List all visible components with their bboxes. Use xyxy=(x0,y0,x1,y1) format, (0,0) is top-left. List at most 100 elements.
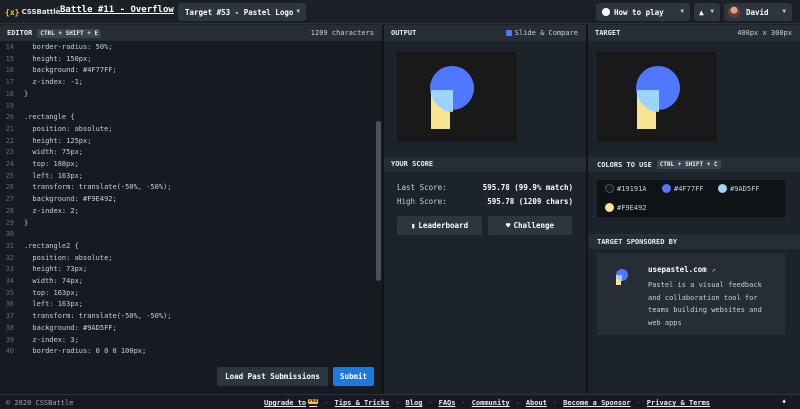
chevron-down-icon: ▼ xyxy=(710,8,714,15)
footer-link-community[interactable]: Community xyxy=(472,399,510,407)
logo[interactable]: {x} CSSBattle xyxy=(5,6,60,18)
code-line[interactable]: 15 height: 150px; xyxy=(0,55,370,67)
color-swatch[interactable]: #9AD5FF xyxy=(718,184,760,193)
help-icon xyxy=(602,8,610,16)
code-text: background: #9AD5FF; xyxy=(24,323,117,332)
slide-compare-toggle[interactable]: Slide & Compare xyxy=(505,29,578,37)
code-line[interactable]: 34 width: 74px; xyxy=(0,277,370,289)
sponsor-logo xyxy=(614,269,630,285)
target-select[interactable]: Target #53 - Pastel Logo ▼ xyxy=(178,3,306,21)
copyright: © 2020 CSSBattle xyxy=(6,399,74,407)
code-line[interactable]: 36 left: 163px; xyxy=(0,300,370,312)
line-number: 30 xyxy=(5,230,14,239)
code-line[interactable]: 19 xyxy=(0,102,370,114)
code-line[interactable]: 18} xyxy=(0,90,370,102)
line-number: 26 xyxy=(5,183,14,192)
code-text: position: absolute; xyxy=(24,253,113,262)
code-text: background: #F9E492; xyxy=(24,195,117,204)
code-line[interactable]: 35 top: 163px; xyxy=(0,289,370,301)
battle-title-link[interactable]: Battle #11 - Overflow xyxy=(60,5,174,15)
line-number: 14 xyxy=(5,43,14,51)
footer-link-tips[interactable]: Tips & Tricks xyxy=(335,399,390,407)
footer-separator: · xyxy=(461,399,466,407)
last-score-label: Last Score: xyxy=(397,183,447,192)
footer-link-blog[interactable]: Blog xyxy=(406,399,423,407)
line-number: 22 xyxy=(5,136,14,145)
load-past-submissions-button[interactable]: Load Past Submissions xyxy=(217,367,328,386)
code-text: left: 163px; xyxy=(24,171,84,180)
code-line[interactable]: 24 top: 188px; xyxy=(0,160,370,172)
color-dot xyxy=(605,184,614,193)
challenge-button[interactable]: ♥ Challenge xyxy=(488,216,572,235)
code-line[interactable]: 20 .rectangle { xyxy=(0,113,370,125)
code-text: background: #4F77FF; xyxy=(24,66,117,75)
code-line[interactable]: 27 background: #F9E492; xyxy=(0,195,370,207)
code-line[interactable]: 23 width: 75px; xyxy=(0,148,370,160)
colors-title: COLORS TO USE CTRL + SHIFT + C xyxy=(597,160,721,169)
code-text: height: 125px; xyxy=(24,136,92,145)
footer-link-about[interactable]: About xyxy=(526,399,547,407)
footer-link-privacy[interactable]: Privacy & Terms xyxy=(647,399,710,407)
code-editor[interactable]: 14 border-radius: 50%; 15 height: 150px; 1… xyxy=(0,41,382,394)
external-link-icon: ↗ xyxy=(711,265,716,274)
line-number: 31 xyxy=(5,241,14,250)
code-line[interactable]: 25 left: 163px; xyxy=(0,172,370,184)
color-swatch[interactable]: #F9E492 xyxy=(605,203,647,212)
chevron-down-icon: ▼ xyxy=(782,8,786,15)
target-canvas[interactable] xyxy=(597,52,717,142)
high-score-row: High Score: 595.78 (1209 chars) xyxy=(397,197,573,206)
code-line[interactable]: 22 height: 125px; xyxy=(0,137,370,149)
footer-separator: · xyxy=(552,399,558,407)
sponsor-title: TARGET SPONSORED BY xyxy=(597,238,678,246)
how-to-play-button[interactable]: How to play ▼ xyxy=(596,3,690,21)
sponsor-card[interactable]: usepastel.com ↗ Pastel is a visual feedb… xyxy=(597,253,785,335)
challenge-label: Challenge xyxy=(513,221,555,230)
code-line[interactable]: 40 border-radius: 0 0 0 100px; xyxy=(0,347,370,359)
code-line[interactable]: 17 z-index: -1; xyxy=(0,78,370,90)
code-line[interactable]: 32 position: absolute; xyxy=(0,254,370,266)
code-text: } xyxy=(24,89,29,98)
line-number: 16 xyxy=(5,66,14,75)
code-text: } xyxy=(24,218,29,227)
code-text: width: 75px; xyxy=(24,148,84,157)
code-line[interactable]: 14 border-radius: 50%; xyxy=(0,43,370,55)
code-text: border-radius: 50%; xyxy=(24,43,113,51)
code-line[interactable]: 39 z-index: 3; xyxy=(0,336,370,348)
code-line[interactable]: 38 background: #9AD5FF; xyxy=(0,324,370,336)
divider xyxy=(586,25,588,394)
high-score-label: High Score: xyxy=(397,197,447,206)
editor-scrollbar[interactable] xyxy=(376,121,381,281)
code-line[interactable]: 16 background: #4F77FF; xyxy=(0,66,370,78)
footer-link-faqs[interactable]: FAQs xyxy=(439,399,456,407)
footer-link-upgrade[interactable]: Upgrade to PRO xyxy=(264,399,319,407)
sponsor-name[interactable]: usepastel.com ↗ xyxy=(648,265,716,274)
twitter-icon[interactable]: ♦ xyxy=(782,398,786,406)
code-line[interactable]: 31 .rectangle2 { xyxy=(0,242,370,254)
code-line[interactable]: 28 z-index: 2; xyxy=(0,207,370,219)
code-line[interactable]: 21 position: absolute; xyxy=(0,125,370,137)
code-line[interactable]: 33 height: 73px; xyxy=(0,265,370,277)
code-text: z-index: 3; xyxy=(24,335,79,344)
chevron-down-icon: ▼ xyxy=(296,8,300,15)
code-line[interactable]: 26 transform: translate(-50%, -50%); xyxy=(0,183,370,195)
code-line[interactable]: 37 transform: translate(-50%, -50%); xyxy=(0,312,370,324)
submit-button[interactable]: Submit xyxy=(333,367,374,386)
line-number: 15 xyxy=(5,54,14,63)
footer-separator: · xyxy=(395,399,400,407)
code-text: .rectangle { xyxy=(24,113,75,122)
code-line[interactable]: 29} xyxy=(0,219,370,231)
user-name: David xyxy=(746,7,769,17)
color-swatch[interactable]: #4F77FF xyxy=(662,184,704,193)
footer-link-sponsor[interactable]: Become a Sponsor xyxy=(563,399,630,407)
line-number: 20 xyxy=(5,113,14,122)
code-line[interactable]: 30 xyxy=(0,230,370,242)
user-menu[interactable]: David ▼ xyxy=(724,3,792,21)
line-number: 28 xyxy=(5,206,14,215)
output-canvas[interactable] xyxy=(397,52,517,142)
color-swatch[interactable]: #19191A xyxy=(605,184,647,193)
line-number: 18 xyxy=(5,89,14,98)
color-dot xyxy=(605,203,614,212)
notifications-button[interactable]: ▲ ▼ xyxy=(694,3,720,21)
leaderboard-button[interactable]: ▮ Leaderboard xyxy=(397,216,482,235)
sponsor-name-text: usepastel.com xyxy=(648,265,707,274)
